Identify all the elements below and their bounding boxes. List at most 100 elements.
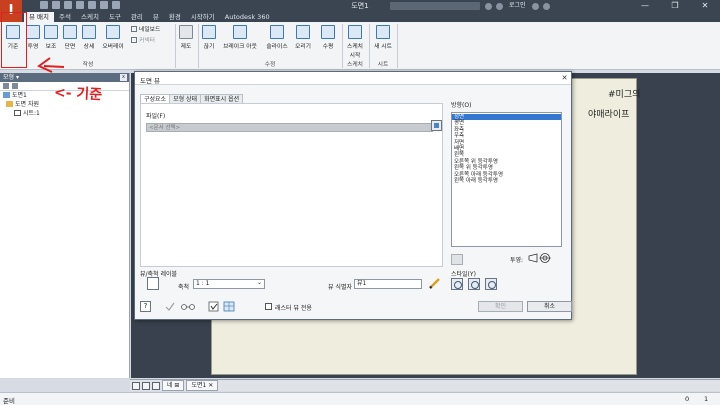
direction-list[interactable]: 정면 평면 좌측 우측 저면 배면 왼쪽 오른쪽 위 등각투영 왼쪽 위 등각투… <box>451 112 562 247</box>
dialog-close-button[interactable]: ✕ <box>560 74 569 83</box>
nailboard-button[interactable]: 네일보드 <box>131 26 160 34</box>
panel-separator <box>175 24 176 68</box>
auxiliary-view-icon <box>44 25 58 39</box>
connector-button[interactable]: 커넥터 <box>131 37 155 45</box>
account-area: 로그인 <box>485 1 550 11</box>
view-id-input[interactable]: 뷰1 <box>354 279 422 289</box>
drawing-icon <box>3 92 10 98</box>
title-bar: 도면1 로그인 — ❐ ✕ <box>0 0 720 12</box>
start-sketch-button[interactable]: 스케치 시작 <box>344 23 366 59</box>
tab-view[interactable]: 뷰 <box>148 12 164 22</box>
blog-watermark-line1: #미그의 <box>608 90 641 100</box>
folder-icon <box>6 101 13 107</box>
custom-view-button[interactable] <box>451 254 463 265</box>
tab-get-started[interactable]: 시작하기 <box>186 12 220 22</box>
new-sheet-button[interactable]: 새 시트 <box>371 23 395 57</box>
section-view-label: 단면 <box>64 44 76 50</box>
tab-autodesk-360[interactable]: Autodesk 360 <box>220 12 275 22</box>
annotation-highlight-box <box>1 12 27 68</box>
auxiliary-view-button[interactable]: 보조 <box>42 23 60 57</box>
dialog-footer: ? 래스터 뷰 전용 확인 취소 <box>140 301 572 315</box>
help-icon[interactable] <box>542 2 550 10</box>
connector-icon <box>131 37 137 43</box>
minimize-button[interactable]: — <box>630 0 660 12</box>
panel-sketch-label: 스케치 <box>347 62 363 68</box>
tab-environments[interactable]: 환경 <box>164 12 186 22</box>
browser-title[interactable]: 모형 ▾ <box>3 74 19 81</box>
blog-watermark-line2: 야매라이프 <box>588 110 630 120</box>
sketch-icon <box>348 25 362 39</box>
auxiliary-view-label: 보조 <box>45 44 57 50</box>
tab-annotate[interactable]: 주석 <box>54 12 76 22</box>
projection-icon[interactable] <box>528 252 552 264</box>
maximize-button[interactable]: ❐ <box>660 0 690 12</box>
panel-create-label: 작성 <box>82 62 94 68</box>
tab-tools[interactable]: 도구 <box>104 12 126 22</box>
dialog-title-bar: 도면 뷰 ✕ <box>135 72 571 85</box>
detail-view-label: 상세 <box>83 44 95 50</box>
exchange-icon[interactable] <box>531 2 539 10</box>
new-sheet-label: 새 시트 <box>374 44 392 50</box>
ok-button[interactable]: 확인 <box>478 301 523 312</box>
help-button[interactable]: ? <box>140 301 151 312</box>
tab-nav-icon[interactable] <box>152 381 160 390</box>
tab-sketch[interactable]: 스케치 <box>76 12 104 22</box>
overlay-view-button[interactable]: 오버레이 <box>98 23 128 57</box>
slice-label: 슬라이스 <box>266 44 288 50</box>
raster-view-checkbox[interactable] <box>265 303 272 310</box>
user-icon[interactable] <box>496 2 503 10</box>
help-search-input[interactable] <box>390 2 480 10</box>
style-hidden-removed-button[interactable] <box>468 278 480 290</box>
section-view-button[interactable]: 단면 <box>61 23 79 57</box>
crop-button[interactable]: 오리기 <box>292 23 314 57</box>
cancel-button[interactable]: 취소 <box>527 301 572 312</box>
tab-nav-icon[interactable] <box>132 381 140 390</box>
style-hidden-line-button[interactable] <box>451 278 463 290</box>
tab-drawing1[interactable]: 도면1 ✕ <box>186 380 219 391</box>
list-item[interactable]: 왼쪽 아래 등각투영 <box>452 178 561 184</box>
drawing-view-dialog: 도면 뷰 ✕ 구성요소 모형 상태 화면표시 옵션 파일(F) 방향(O) 정면… <box>134 71 572 320</box>
tab-place-views[interactable]: 뷰 배치 <box>24 12 55 22</box>
horizontal-icon <box>321 25 335 39</box>
panel-modify-label: 수정 <box>264 62 276 68</box>
break-out-button[interactable]: 브레이크 아웃 <box>219 23 261 57</box>
ribbon: 기준 투영 보조 단면 상세 오버레이 네일보드 커넥터 작성 제도 끊기 브레… <box>0 22 720 70</box>
open-file-button[interactable] <box>431 120 442 131</box>
projected-view-icon <box>26 25 40 39</box>
annotation-arrow <box>37 57 65 73</box>
file-select-input[interactable] <box>146 123 433 132</box>
detail-view-button[interactable]: 상세 <box>80 23 98 57</box>
break-button[interactable]: 끊기 <box>200 23 218 57</box>
tree-item-sheet[interactable]: 시트:1 <box>0 109 129 118</box>
projected-view-label: 투영 <box>27 44 39 50</box>
draft-view-button[interactable]: 제도 <box>177 23 195 57</box>
slice-icon <box>270 25 284 39</box>
tab-nav-icon[interactable] <box>142 381 150 390</box>
check-icon[interactable] <box>164 301 176 312</box>
new-sheet-icon <box>376 25 390 39</box>
table-icon[interactable] <box>223 301 235 312</box>
expand-icon[interactable] <box>12 83 18 89</box>
browser-close-button[interactable]: x <box>120 74 127 81</box>
checkbox-icon[interactable] <box>208 301 220 312</box>
tab-home[interactable]: 네 ⊞ <box>162 380 185 391</box>
pencil-icon[interactable] <box>428 277 441 290</box>
slice-button[interactable]: 슬라이스 <box>262 23 292 57</box>
filter-icon[interactable] <box>3 83 9 89</box>
binoculars-icon[interactable] <box>485 2 492 10</box>
tab-manage[interactable]: 관리 <box>126 12 148 22</box>
view-label-icon[interactable] <box>147 277 159 290</box>
glasses-icon[interactable] <box>180 301 196 312</box>
close-window-button[interactable]: ✕ <box>690 0 720 12</box>
panel-separator <box>397 24 398 68</box>
document-tabs-bar: 네 ⊞ 도면1 ✕ <box>130 379 720 391</box>
file-label: 파일(F) <box>146 113 166 120</box>
scale-select[interactable]: 1 : 1 <box>193 279 265 289</box>
login-label[interactable]: 로그인 <box>509 1 526 11</box>
raster-view-label: 래스터 뷰 전용 <box>275 305 312 312</box>
tree-item-label: 도면 자원 <box>15 101 39 108</box>
crop-icon <box>296 25 310 39</box>
horizontal-button[interactable]: 수평 <box>318 23 338 57</box>
status-count: 1 <box>704 395 709 403</box>
style-shaded-button[interactable] <box>485 278 497 290</box>
